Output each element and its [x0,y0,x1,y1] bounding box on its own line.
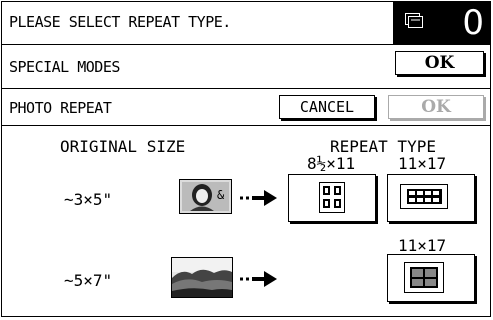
svg-text:&: & [217,188,225,202]
photo-repeat-ok-button[interactable]: OK [388,95,484,119]
original-size-label: ~3×5" [64,190,113,209]
copy-count: 0 [462,3,484,43]
arrow-right-icon [240,190,277,206]
photo-repeat-title: PHOTO REPEAT [9,99,112,117]
message-text: PLEASE SELECT REPEAT TYPE. [9,13,231,31]
cancel-button[interactable]: CANCEL [279,95,375,119]
sheet-8up-icon [400,184,448,209]
paper-size-letter: 8½×11 [307,154,356,173]
repeat-option-tabloid-4up[interactable] [387,254,475,302]
copy-stack-icon [405,13,423,28]
paper-size-tabloid: 11×17 [398,154,447,173]
original-size-header: ORIGINAL SIZE [60,137,186,156]
portrait-photo-icon: & [179,179,232,214]
sheet-4up-landscape-icon [404,262,444,293]
special-modes-title: SPECIAL MODES [9,58,120,76]
repeat-option-tabloid-8up[interactable] [387,174,475,222]
landscape-photo-icon [171,257,233,298]
copy-counter: 0 [393,1,490,44]
portrait-photo-icon: & [182,182,229,211]
landscape-photo-icon [172,258,232,297]
original-size-label: ~5×7" [64,271,113,290]
repeat-option-letter-4up[interactable] [288,174,376,222]
arrow-right-icon [240,271,277,287]
paper-size-tabloid: 11×17 [398,236,447,255]
special-modes-ok-button[interactable]: OK [395,51,484,75]
sheet-4up-icon [319,182,345,213]
